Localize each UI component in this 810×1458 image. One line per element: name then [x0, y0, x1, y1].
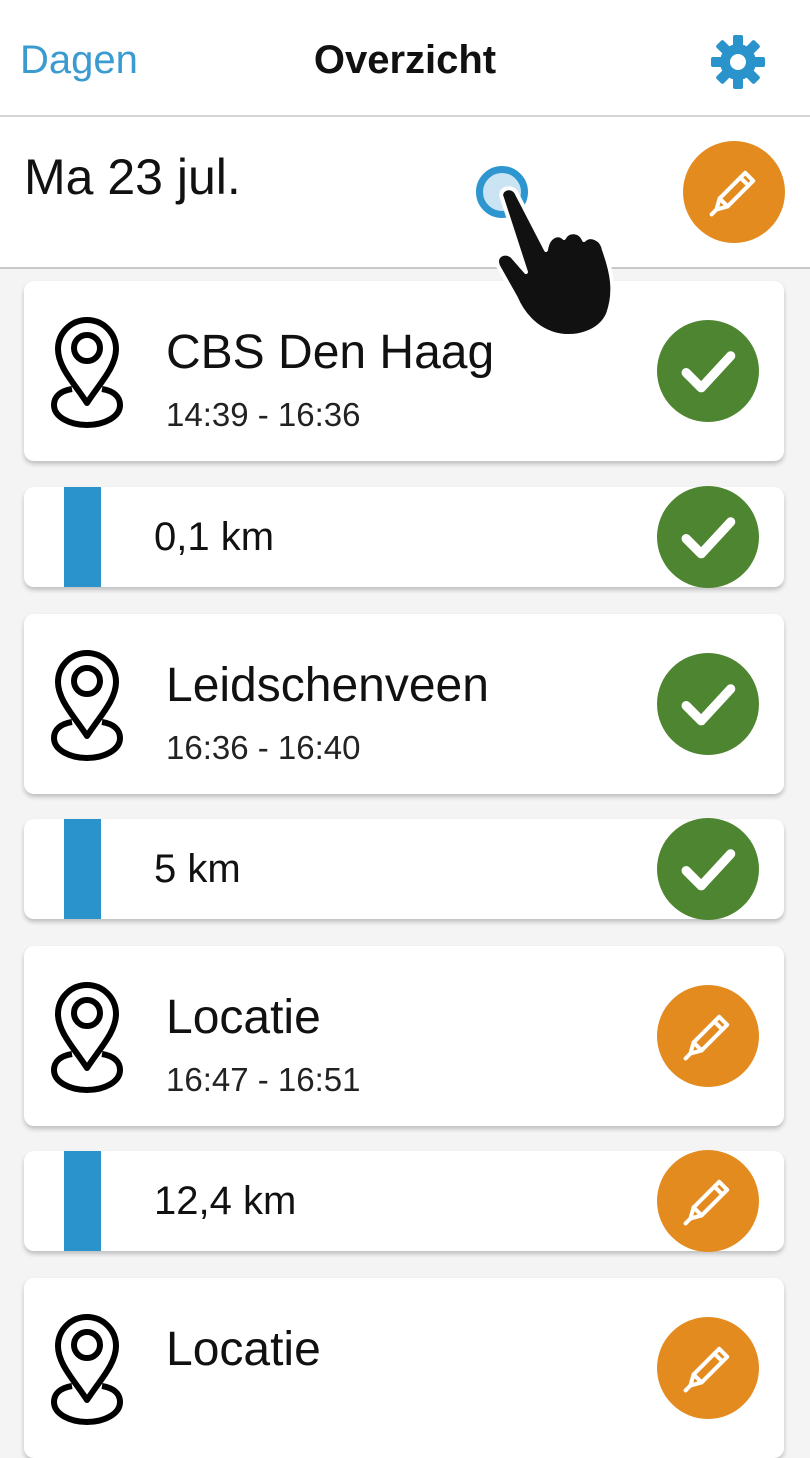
checkmark-icon [666, 329, 750, 413]
confirmed-status-button[interactable] [657, 653, 759, 755]
location-card[interactable]: CBS Den Haag 14:39 - 16:36 [24, 281, 784, 461]
checkmark-icon [666, 827, 750, 911]
navigation-bar: Dagen Overzicht [0, 0, 810, 117]
gear-icon[interactable] [708, 32, 768, 92]
edit-day-button[interactable] [683, 141, 785, 243]
edit-status-button[interactable] [657, 985, 759, 1087]
edit-status-button[interactable] [657, 1150, 759, 1252]
location-name: Locatie [166, 1323, 321, 1376]
pencil-icon [668, 1328, 748, 1408]
confirmed-status-button[interactable] [657, 320, 759, 422]
location-card[interactable]: Locatie 16:47 - 16:51 [24, 946, 784, 1126]
location-name: CBS Den Haag [166, 326, 495, 379]
confirmed-status-button[interactable] [657, 486, 759, 588]
trip-bar [64, 487, 101, 587]
location-pin-icon [50, 1312, 124, 1430]
trip-card[interactable]: 5 km [24, 818, 784, 920]
checkmark-icon [666, 662, 750, 746]
trip-bar [64, 819, 101, 919]
location-time-range: 16:36 - 16:40 [166, 729, 361, 766]
page-title: Overzicht [313, 38, 497, 82]
confirmed-status-button[interactable] [657, 818, 759, 920]
trip-distance: 12,4 km [154, 1179, 297, 1223]
edit-status-button[interactable] [657, 1317, 759, 1419]
pencil-icon [668, 996, 748, 1076]
location-name: Leidschenveen [166, 659, 489, 712]
checkmark-icon [666, 495, 750, 579]
location-time-range: 16:47 - 16:51 [166, 1061, 361, 1098]
location-time-range: 14:39 - 16:36 [166, 396, 361, 433]
location-card[interactable]: Leidschenveen 16:36 - 16:40 [24, 614, 784, 794]
trip-bar [64, 1151, 101, 1251]
day-date-label: Ma 23 jul. [24, 149, 241, 205]
location-card[interactable]: Locatie [24, 1278, 784, 1458]
pencil-icon [694, 152, 774, 232]
trip-card[interactable]: 12,4 km [24, 1150, 784, 1252]
trip-distance: 5 km [154, 847, 241, 891]
trip-card[interactable]: 0,1 km [24, 486, 784, 588]
pencil-icon [668, 1161, 748, 1241]
trip-distance: 0,1 km [154, 515, 275, 559]
location-pin-icon [50, 315, 124, 433]
hand-pointer-icon [495, 186, 615, 338]
location-pin-icon [50, 980, 124, 1098]
location-name: Locatie [166, 991, 321, 1044]
location-pin-icon [50, 648, 124, 766]
